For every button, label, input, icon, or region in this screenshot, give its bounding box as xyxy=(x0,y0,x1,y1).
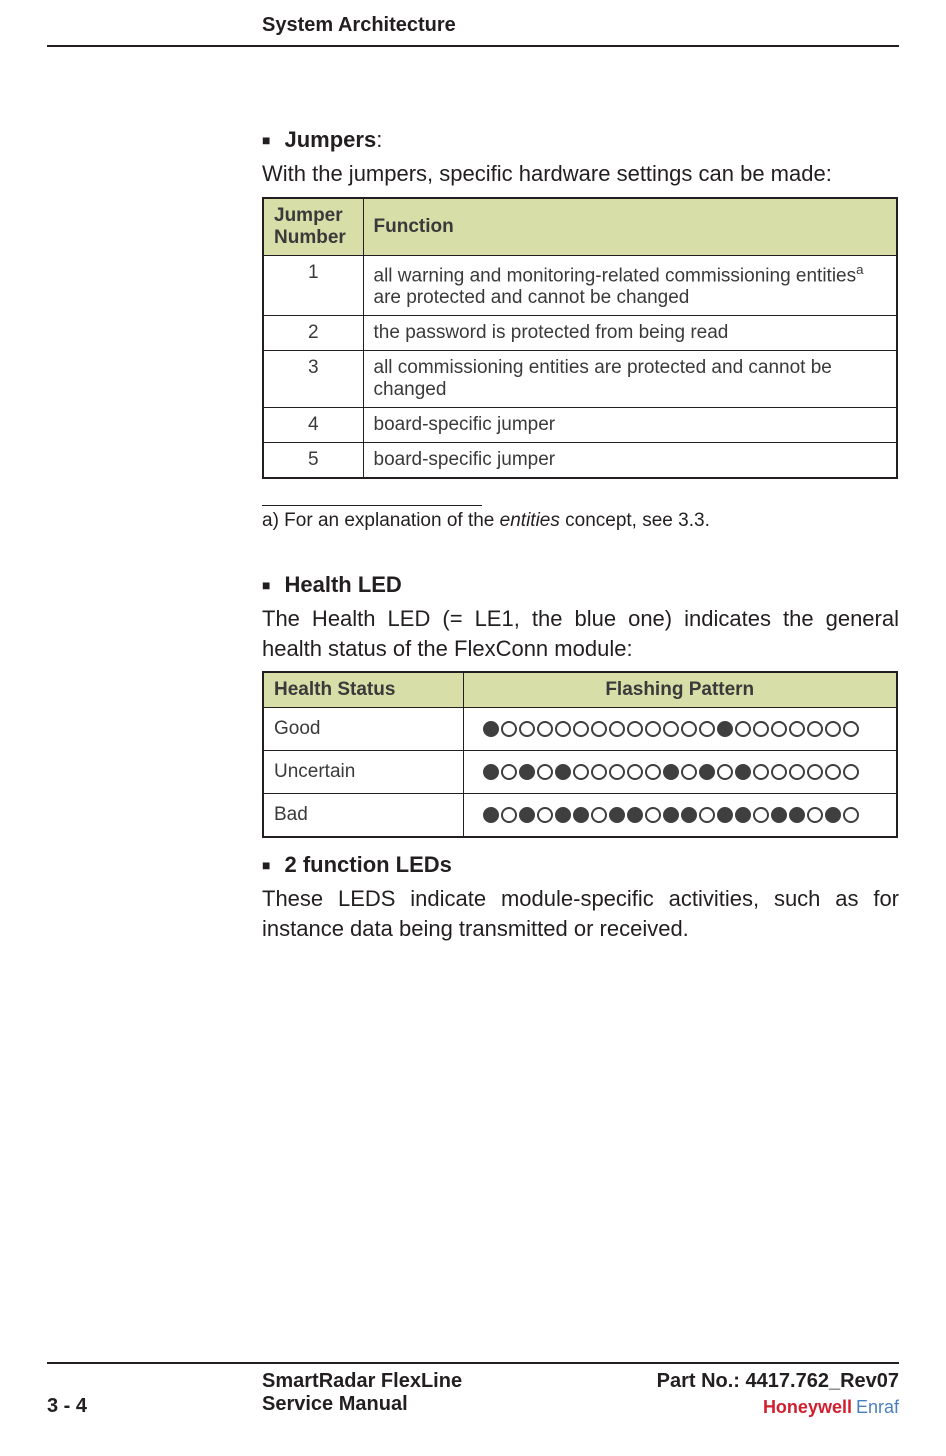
table-row: 1 all warning and monitoring-related com… xyxy=(263,255,897,315)
health-col-status: Health Status xyxy=(263,672,463,708)
square-bullet-icon: ■ xyxy=(262,852,270,878)
square-bullet-icon: ■ xyxy=(262,127,270,153)
square-bullet-icon: ■ xyxy=(262,572,270,598)
table-row: 5 board-specific jumper xyxy=(263,443,897,479)
footer-right: Part No.: 4417.762_Rev07 Honeywell Enraf xyxy=(657,1370,899,1418)
page-number: 3 - 4 xyxy=(47,1395,262,1418)
function-leds-heading: ■ 2 function LEDs xyxy=(262,852,899,878)
health-col-pattern: Flashing Pattern xyxy=(463,672,897,708)
table-row: Bad xyxy=(263,794,897,838)
jumpers-table: Jumper Number Function 1 all warning and… xyxy=(262,197,898,479)
health-status-cell: Bad xyxy=(263,794,463,838)
table-row: 3 all commissioning entities are protect… xyxy=(263,351,897,408)
honeywell-enraf-logo: Honeywell Enraf xyxy=(657,1397,899,1418)
health-status-cell: Good xyxy=(263,708,463,751)
footer-title: SmartRadar FlexLine Service Manual xyxy=(262,1370,657,1416)
function-leds-intro: These LEDS indicate module-specific acti… xyxy=(262,884,899,943)
table-row: Good xyxy=(263,708,897,751)
part-number: Part No.: 4417.762_Rev07 xyxy=(657,1370,899,1393)
health-status-cell: Uncertain xyxy=(263,751,463,794)
table-row: 4 board-specific jumper xyxy=(263,408,897,443)
flashing-pattern-cell xyxy=(463,708,897,751)
table-row: Uncertain xyxy=(263,751,897,794)
function-leds-title: 2 function LEDs xyxy=(284,852,451,878)
page-footer: 3 - 4 SmartRadar FlexLine Service Manual… xyxy=(47,1362,899,1418)
flashing-pattern-cell xyxy=(463,794,897,838)
footnote-rule xyxy=(262,505,482,506)
health-led-title: Health LED xyxy=(284,572,401,598)
health-led-intro: The Health LED (= LE1, the blue one) ind… xyxy=(262,604,899,663)
content-area: ■ Jumpers: With the jumpers, specific ha… xyxy=(262,47,899,944)
jumpers-intro: With the jumpers, specific hardware sett… xyxy=(262,159,899,189)
jumper-col-number: Jumper Number xyxy=(263,198,363,256)
footnote-a: a) For an explanation of the entities co… xyxy=(262,510,899,532)
jumpers-title: Jumpers xyxy=(284,127,376,152)
jumpers-heading: ■ Jumpers: xyxy=(262,127,899,153)
page-header: System Architecture xyxy=(262,14,899,45)
table-row: 2 the password is protected from being r… xyxy=(263,316,897,351)
health-led-heading: ■ Health LED xyxy=(262,572,899,598)
health-table: Health Status Flashing Pattern GoodUncer… xyxy=(262,671,898,838)
jumper-col-function: Function xyxy=(363,198,897,256)
flashing-pattern-cell xyxy=(463,751,897,794)
